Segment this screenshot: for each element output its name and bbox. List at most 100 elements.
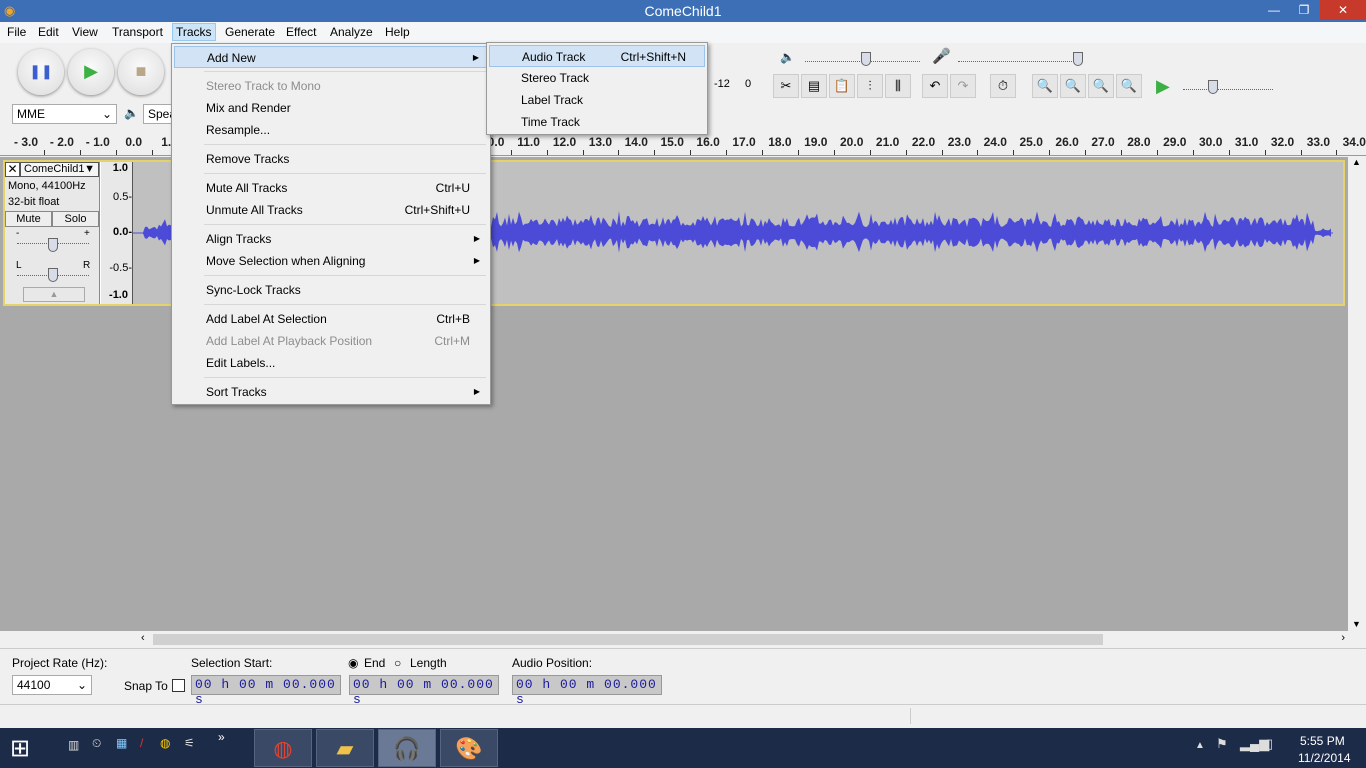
playback-volume-thumb[interactable] [861,52,871,66]
selection-start-time[interactable]: 00 h 00 m 00.000 s [191,675,341,707]
scroll-right-icon[interactable]: › [1341,632,1345,644]
scroll-thumb[interactable] [153,634,1103,645]
taskbar-paint[interactable]: 🎨 [440,729,498,767]
ruler-tick-label: 20.0 [840,135,864,149]
windows-start-icon[interactable]: ⊞ [10,734,30,763]
pan-thumb[interactable] [48,268,58,282]
menu-view[interactable]: View [72,25,98,39]
ruler-tick [151,150,153,155]
scroll-left-icon[interactable]: ‹ [141,632,145,644]
clock-date[interactable]: 11/2/2014 [1298,751,1351,765]
gain-thumb[interactable] [48,238,58,252]
time-value: 00 h 00 m 00.000 s [353,677,494,707]
menu-effect[interactable]: Effect [286,25,316,39]
menu-item-edit-labels[interactable]: Edit Labels... [174,352,488,374]
ruler-tick [941,150,943,155]
project-rate-select[interactable]: 44100 ⌄ [12,675,92,695]
more-icon[interactable]: » [218,730,225,744]
length-radio[interactable]: ○ [394,656,401,670]
menu-separator [204,304,486,305]
split-button[interactable]: ⫼ [885,74,911,98]
audio-position-time[interactable]: 00 h 00 m 00.000 s [512,675,662,707]
menu-item-add-new[interactable]: Add New ▶ [174,46,488,68]
silence-button[interactable]: ⫶ [857,74,883,98]
menu-item-sync-lock-tracks[interactable]: Sync-Lock Tracks [174,279,488,301]
menu-edit[interactable]: Edit [38,25,59,39]
menu-item-resample[interactable]: Resample... [174,119,488,141]
quicklaunch-tool-icon[interactable]: ⚟ [184,736,195,750]
stop-button[interactable]: ■ [118,49,164,95]
taskbar-chrome[interactable]: ◍ [254,729,312,767]
menu-item-mix-and-render[interactable]: Mix and Render [174,97,488,119]
menu-item-remove-tracks[interactable]: Remove Tracks [174,148,488,170]
mute-button[interactable]: Mute [5,211,52,227]
play-button[interactable]: ▶ [68,49,114,95]
ruler-tick [1156,150,1158,155]
snap-to-checkbox[interactable] [172,679,185,692]
undo-button[interactable]: ↶ [922,74,948,98]
quicklaunch-calculator-icon[interactable]: ▦ [116,736,127,750]
horizontal-scrollbar[interactable]: ‹ › [138,632,1348,647]
recording-volume-slider[interactable] [958,52,1078,62]
sync-lock-button[interactable]: ⏱ [990,74,1016,98]
selection-end-time[interactable]: 00 h 00 m 00.000 s [349,675,499,707]
menu-transport[interactable]: Transport [112,25,163,39]
menu-generate[interactable]: Generate [225,25,275,39]
redo-button[interactable]: ↷ [950,74,976,98]
menu-item-unmute-all-tracks[interactable]: Unmute All Tracks Ctrl+Shift+U [174,199,488,221]
action-center-icon[interactable]: ⚑ [1216,736,1228,752]
zoom-in-button[interactable]: 🔍 [1032,74,1058,98]
fit-project-button[interactable]: 🔍 [1116,74,1142,98]
close-button[interactable]: ✕ [1320,0,1366,20]
menu-item-time-track[interactable]: Time Track [489,111,705,133]
fit-selection-button[interactable]: 🔍 [1088,74,1114,98]
trim-button[interactable]: ✂ [773,74,799,98]
track-close-button[interactable]: ✕ [5,162,20,177]
vertical-scrollbar[interactable]: ▲ ▼ [1348,157,1366,631]
menu-help[interactable]: Help [385,25,410,39]
menu-item-move-selection-when-aligning[interactable]: Move Selection when Aligning ▶ [174,250,488,272]
menu-item-stereo-track-to-mono[interactable]: Stereo Track to Mono [174,75,488,97]
menu-item-add-label-at-selection[interactable]: Add Label At Selection Ctrl+B [174,308,488,330]
quicklaunch-pen-icon[interactable]: / [140,736,143,750]
track-name-menu[interactable]: ComeChild1 ▼ [20,162,99,177]
menu-item-sort-tracks[interactable]: Sort Tracks ▶ [174,381,488,403]
recording-volume-thumb[interactable] [1073,52,1083,66]
network-icon[interactable]: ▂▄▆ [1240,736,1269,752]
menu-item-label: Resample... [206,123,271,137]
menu-item-label-track[interactable]: Label Track [489,89,705,111]
audio-host-select[interactable]: MME ⌄ [12,104,117,124]
maximize-button[interactable]: ❐ [1290,0,1318,20]
menu-item-align-tracks[interactable]: Align Tracks ▶ [174,228,488,250]
ruler-tick-label: 23.0 [947,135,972,149]
power-icon[interactable]: ▯ [1266,736,1273,752]
solo-button[interactable]: Solo [52,211,99,227]
copy-button[interactable]: ▤ [801,74,827,98]
menu-file[interactable]: File [7,25,26,39]
clock-time[interactable]: 5:55 PM [1300,734,1345,748]
play-at-speed-icon[interactable]: ▶ [1156,76,1170,97]
play-speed-slider[interactable] [1183,80,1273,90]
play-speed-thumb[interactable] [1208,80,1218,94]
window-title: ComeChild1 [644,3,722,19]
menu-item-stereo-track[interactable]: Stereo Track [489,67,705,89]
output-device-select[interactable]: Spea [143,104,173,124]
collapse-track-button[interactable]: ▲ [23,287,85,302]
quicklaunch-chrome-icon[interactable]: ◍ [160,736,170,750]
pause-button[interactable]: ❚❚ [18,49,64,95]
zoom-out-button[interactable]: 🔍 [1060,74,1086,98]
menu-item-mute-all-tracks[interactable]: Mute All Tracks Ctrl+U [174,177,488,199]
menu-tracks[interactable]: Tracks [172,23,216,41]
quicklaunch-clock-icon[interactable]: ⏲ [92,736,101,751]
end-radio[interactable]: ◉ [348,656,358,670]
quicklaunch-chip-icon[interactable]: ▥ [68,738,79,752]
menu-analyze[interactable]: Analyze [330,25,373,39]
paste-button[interactable]: 📋 [829,74,855,98]
menu-item-add-label-at-playback-position[interactable]: Add Label At Playback Position Ctrl+M [174,330,488,352]
show-hidden-icons[interactable]: ▲ [1195,740,1205,751]
minimize-button[interactable]: — [1260,0,1288,20]
taskbar-audacity[interactable]: 🎧 [378,729,436,767]
menu-item-audio-track[interactable]: Audio Track Ctrl+Shift+N [489,45,705,67]
ruler-tick-label: 25.0 [1019,135,1043,149]
taskbar-file-explorer[interactable]: ▰ [316,729,374,767]
